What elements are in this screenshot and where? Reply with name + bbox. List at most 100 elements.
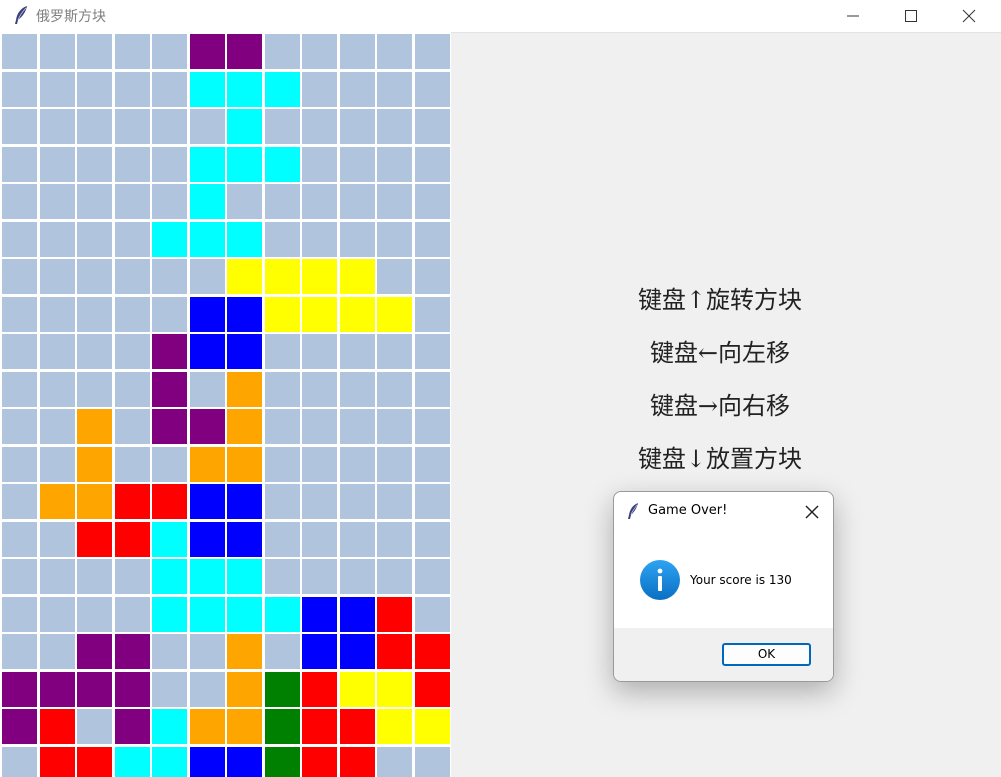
empty-cell — [265, 334, 300, 369]
empty-cell — [77, 597, 112, 632]
empty-cell — [152, 147, 187, 182]
block-cell — [227, 222, 262, 257]
block-cell — [190, 747, 225, 777]
ok-button[interactable]: OK — [722, 643, 811, 666]
empty-cell — [2, 559, 37, 594]
block-cell — [227, 147, 262, 182]
empty-cell — [340, 447, 375, 482]
minimize-button[interactable] — [824, 0, 882, 32]
block-cell — [40, 709, 75, 744]
empty-cell — [190, 372, 225, 407]
block-cell — [265, 72, 300, 107]
empty-cell — [340, 184, 375, 219]
block-cell — [227, 72, 262, 107]
empty-cell — [377, 747, 412, 777]
empty-cell — [40, 334, 75, 369]
empty-cell — [265, 222, 300, 257]
empty-cell — [302, 147, 337, 182]
empty-cell — [377, 147, 412, 182]
block-cell — [227, 34, 262, 69]
empty-cell — [377, 372, 412, 407]
instruction-drop: 键盘↓放置方块 — [637, 445, 803, 473]
empty-cell — [265, 559, 300, 594]
empty-cell — [415, 447, 450, 482]
empty-cell — [2, 334, 37, 369]
empty-cell — [265, 409, 300, 444]
empty-cell — [340, 484, 375, 519]
empty-cell — [265, 34, 300, 69]
empty-cell — [415, 409, 450, 444]
block-cell — [152, 222, 187, 257]
block-cell — [415, 634, 450, 669]
feather-icon — [628, 503, 638, 519]
instruction-rotate: 键盘↑旋转方块 — [637, 286, 803, 314]
block-cell — [115, 672, 150, 707]
window-title: 俄罗斯方块 — [36, 9, 106, 25]
block-cell — [77, 747, 112, 777]
block-cell — [377, 597, 412, 632]
empty-cell — [2, 747, 37, 777]
dialog-message: Your score is 130 — [690, 573, 792, 587]
empty-cell — [115, 334, 150, 369]
empty-cell — [152, 447, 187, 482]
empty-cell — [152, 297, 187, 332]
maximize-button[interactable] — [882, 0, 940, 32]
game-over-dialog: Game Over! Your score is 130 OK — [613, 491, 834, 682]
block-cell — [227, 634, 262, 669]
empty-cell — [2, 597, 37, 632]
block-cell — [152, 334, 187, 369]
empty-cell — [302, 34, 337, 69]
empty-cell — [40, 409, 75, 444]
block-cell — [190, 709, 225, 744]
empty-cell — [415, 597, 450, 632]
empty-cell — [415, 372, 450, 407]
block-cell — [115, 747, 150, 777]
empty-cell — [2, 147, 37, 182]
empty-cell — [190, 259, 225, 294]
block-cell — [77, 447, 112, 482]
block-cell — [152, 409, 187, 444]
block-cell — [340, 259, 375, 294]
block-cell — [152, 747, 187, 777]
empty-cell — [40, 597, 75, 632]
empty-cell — [302, 109, 337, 144]
block-cell — [190, 72, 225, 107]
block-cell — [340, 747, 375, 777]
block-cell — [227, 747, 262, 777]
dialog-close-icon[interactable] — [802, 502, 822, 522]
empty-cell — [340, 334, 375, 369]
empty-cell — [2, 184, 37, 219]
empty-cell — [77, 222, 112, 257]
empty-cell — [190, 672, 225, 707]
empty-cell — [40, 447, 75, 482]
block-cell — [2, 709, 37, 744]
close-icon — [962, 9, 976, 23]
info-icon — [640, 560, 680, 600]
block-cell — [115, 634, 150, 669]
empty-cell — [115, 147, 150, 182]
block-cell — [77, 409, 112, 444]
empty-cell — [40, 372, 75, 407]
empty-cell — [377, 184, 412, 219]
empty-cell — [2, 372, 37, 407]
empty-cell — [152, 634, 187, 669]
empty-cell — [115, 184, 150, 219]
empty-cell — [377, 222, 412, 257]
empty-cell — [340, 522, 375, 557]
empty-cell — [302, 372, 337, 407]
block-cell — [265, 259, 300, 294]
block-cell — [2, 672, 37, 707]
empty-cell — [77, 709, 112, 744]
empty-cell — [115, 372, 150, 407]
block-cell — [227, 672, 262, 707]
close-button[interactable] — [940, 0, 998, 32]
block-cell — [40, 747, 75, 777]
empty-cell — [340, 409, 375, 444]
title-bar: 俄罗斯方块 — [0, 0, 1001, 33]
empty-cell — [415, 559, 450, 594]
empty-cell — [265, 484, 300, 519]
empty-cell — [152, 672, 187, 707]
block-cell — [265, 747, 300, 777]
empty-cell — [340, 34, 375, 69]
empty-cell — [340, 109, 375, 144]
